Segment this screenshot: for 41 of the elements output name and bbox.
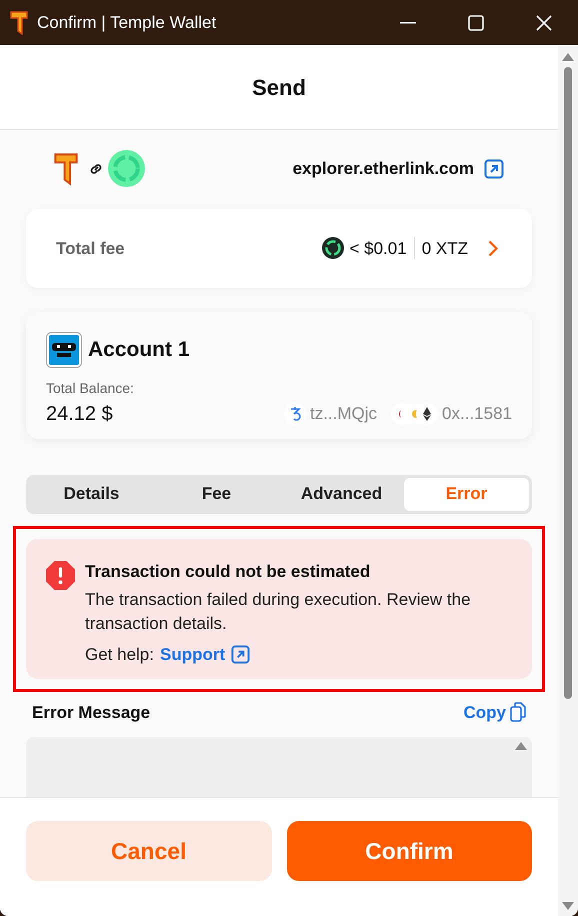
error-icon xyxy=(46,560,75,590)
scroll-up-arrow-icon[interactable] xyxy=(562,53,574,61)
tab[interactable]: Error xyxy=(404,478,529,511)
fee-amount: 0 XTZ xyxy=(422,238,468,260)
address-text[interactable]: 0x...1581 xyxy=(442,401,512,427)
balance-label: Total Balance: xyxy=(46,378,135,398)
account-name: Account 1 xyxy=(88,337,190,364)
robot-avatar-icon xyxy=(46,332,82,368)
cancel-button[interactable]: Cancel xyxy=(26,821,272,881)
help-label: Get help: xyxy=(85,644,154,666)
fee-card[interactable]: Total fee < $0.01 0 XTZ xyxy=(26,208,532,288)
minimize-icon xyxy=(400,22,416,24)
copy-button[interactable]: Copy xyxy=(464,700,506,726)
site-link[interactable]: explorer.etherlink.com xyxy=(292,156,474,182)
scrollbar-thumb[interactable] xyxy=(564,67,572,699)
alert-title: Transaction could not be estimated xyxy=(85,560,372,583)
section-label: Error Message xyxy=(32,702,150,724)
temple-logo-icon xyxy=(54,152,78,186)
maximize-icon xyxy=(468,14,484,30)
tab[interactable]: Details xyxy=(29,478,154,511)
fee-label: Total fee xyxy=(56,238,125,260)
tab[interactable]: Advanced xyxy=(279,478,404,511)
token-icon xyxy=(322,237,344,260)
copy-icon[interactable] xyxy=(510,702,526,722)
fee-fiat: < $0.01 xyxy=(350,238,407,260)
external-link-icon[interactable] xyxy=(231,645,250,664)
window-title: Confirm | Temple Wallet xyxy=(37,12,216,34)
balance-value: 24.12 $ xyxy=(46,402,113,427)
close-icon xyxy=(536,14,552,30)
alert-message: The transaction failed during execution. Review the transaction details. xyxy=(85,589,472,636)
chevron-right-icon xyxy=(488,240,498,257)
scroll-down-arrow-icon[interactable] xyxy=(562,902,574,910)
external-link-icon[interactable] xyxy=(484,158,504,179)
site-logo-icon xyxy=(108,150,145,188)
temple-logo-icon xyxy=(10,10,28,34)
address-text[interactable]: tz...MQjc xyxy=(310,401,378,427)
support-link[interactable]: Support xyxy=(160,642,226,668)
tab[interactable]: Fee xyxy=(154,478,279,511)
page-title: Send xyxy=(252,74,306,102)
scroll-up-arrow-icon[interactable] xyxy=(514,741,528,752)
confirm-button[interactable]: Confirm xyxy=(286,821,532,881)
